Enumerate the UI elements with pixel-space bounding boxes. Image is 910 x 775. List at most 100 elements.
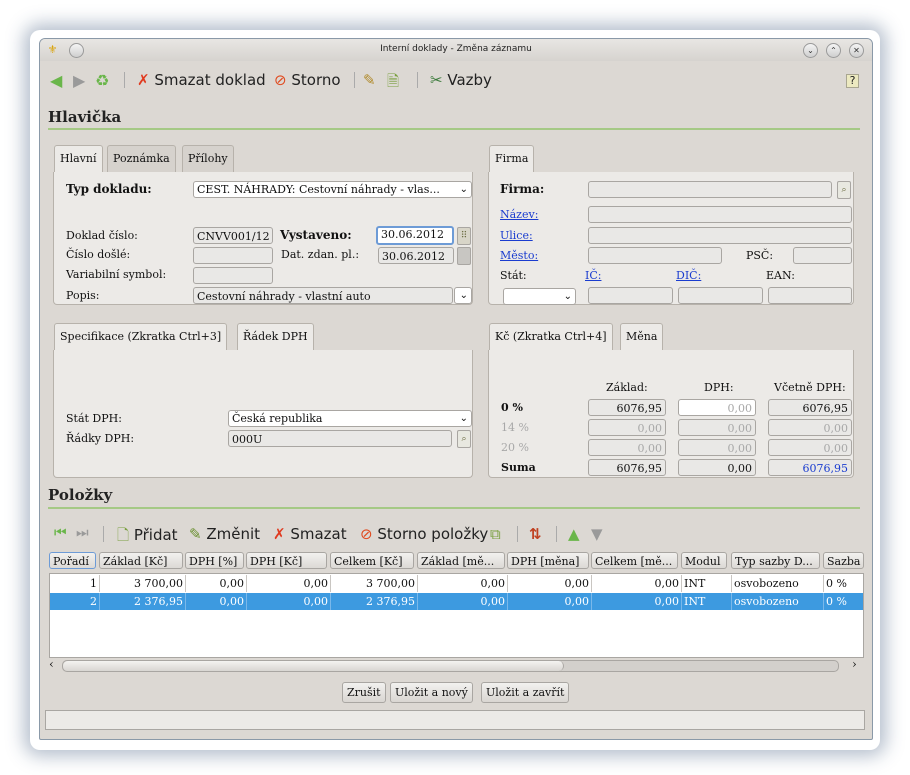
col-header-module[interactable]: Modul [681,552,727,569]
help-icon[interactable]: ? [846,74,859,88]
storno-button[interactable]: ⊘ Storno [274,71,341,91]
delete-icon: ✗ [273,525,286,543]
scroll-right-icon[interactable]: › [852,657,857,671]
minimize-icon[interactable]: ⌄ [803,43,818,58]
section-divider [48,128,860,130]
links-button[interactable]: ✂ Vazby [430,71,492,91]
col-header-vat-czk[interactable]: DPH [Kč] [246,552,327,569]
col-header-base[interactable]: Základ [Kč] [99,552,183,569]
city-field[interactable] [588,247,722,264]
copy-icon[interactable]: ⧉ [490,525,501,545]
sort-icon[interactable]: ⇅ [529,525,542,545]
street-link[interactable]: Ulice: [500,229,533,242]
forward-icon[interactable]: ▶ [73,71,85,91]
col-header-rate[interactable]: Sazba [823,552,864,569]
first-record-icon[interactable]: ⏮ [54,525,67,545]
tab-attachments[interactable]: Přílohy [182,145,234,172]
delete-item-button[interactable]: ✗ Smazat [273,525,347,545]
variable-symbol-field[interactable] [193,267,273,284]
refresh-icon[interactable]: ♻ [95,71,109,91]
toolbar-separator [417,72,418,88]
edit-item-button[interactable]: ✎ Změnit [189,525,260,545]
dic-link[interactable]: DIČ: [676,269,701,282]
scroll-track[interactable] [62,660,839,672]
export-icon[interactable]: ✎ [363,71,376,91]
firm-field[interactable] [588,181,832,198]
ean-label: EAN: [766,269,795,282]
vat-lines-field[interactable]: 000U [228,430,452,447]
incoming-number-field[interactable] [193,247,273,264]
delete-document-button[interactable]: ✗ Smazat doklad [137,71,266,91]
cancel-button[interactable]: Zrušit [342,682,386,703]
table-row-selected[interactable]: 2 2 376,95 0,00 0,00 2 376,95 0,00 0,00 … [50,593,863,610]
zip-field[interactable] [793,247,852,264]
title-bar[interactable]: ⚜ Interní doklady - Změna záznamu ⌄ ⌃ ✕ [40,39,872,61]
maximize-icon[interactable]: ⌃ [826,43,841,58]
firm-search-icon[interactable]: ⌕ [837,181,851,199]
tab-czk[interactable]: Kč (Zkratka Ctrl+4] [489,323,613,350]
col-header-vat-pct[interactable]: DPH [%] [185,552,244,569]
close-icon[interactable]: ✕ [849,43,864,58]
move-down-icon[interactable]: ▼ [591,525,603,545]
cell-vat-pct: 0,00 [186,575,247,592]
last-record-icon[interactable]: ⏭ [76,525,89,545]
move-up-icon[interactable]: ▲ [568,525,580,545]
document-type-value: CEST. NÁHRADY: Cestovní náhrady - vlas..… [197,183,440,196]
col-header-order[interactable]: Pořadí [49,552,96,569]
table-row[interactable]: 1 3 700,00 0,00 0,00 3 700,00 0,00 0,00 … [50,575,863,592]
name-link[interactable]: Název: [500,208,538,221]
description-field[interactable]: Cestovní náhrady - vlastní auto [193,287,453,304]
tab-note[interactable]: Poznámka [107,145,176,172]
ic-link[interactable]: IČ: [585,269,601,282]
dic-field[interactable] [678,287,763,304]
rate-14-label: 14 % [501,421,529,434]
tab-currency[interactable]: Měna [620,323,664,350]
storno-icon: ⊘ [360,525,373,543]
ean-field[interactable] [768,287,852,304]
ic-field[interactable] [588,287,673,304]
col-header-rate-type[interactable]: Typ sazby D... [731,552,820,569]
save-new-button[interactable]: Uložit a nový [390,682,473,703]
back-icon[interactable]: ◀ [50,71,62,91]
vat-lines-search-icon[interactable]: ⌕ [457,430,471,448]
tab-vat-line[interactable]: Řádek DPH [237,323,314,350]
cell-rate-type: osvobozeno [732,575,824,592]
add-item-button[interactable]: 🗋 Přidat [117,525,178,545]
storno-items-button[interactable]: ⊘ Storno položky [360,525,488,545]
rate-20-base: 0,00 [588,439,666,456]
document-type-select[interactable]: CEST. NÁHRADY: Cestovní náhrady - vlas..… [193,181,472,198]
col-header-vat-cur[interactable]: DPH [měna] [507,552,589,569]
horizontal-scrollbar[interactable]: ‹ › [49,657,864,673]
cell-total: 3 700,00 [331,575,418,592]
name-field[interactable] [588,206,852,223]
city-link[interactable]: Město: [500,249,538,262]
document-icon[interactable]: 🗎 [387,71,399,91]
delete-document-label: Smazat doklad [154,71,266,89]
tax-date-field[interactable]: 30.06.2012 [378,247,454,264]
section-divider [48,507,860,509]
header-section-title: Hlavička [48,108,122,126]
tab-main[interactable]: Hlavní [54,145,103,172]
items-toolbar: ⏮ ⏭ 🗋 Přidat ✎ Změnit ✗ Smazat ⊘ Storno … [40,517,872,551]
items-section-title: Položky [48,486,113,504]
tab-specification[interactable]: Specifikace (Zkratka Ctrl+3] [54,323,228,350]
tab-firm[interactable]: Firma [489,145,535,172]
col-header-total-cur[interactable]: Celkem [mě... [591,552,678,569]
cell-total: 2 376,95 [331,593,418,610]
doc-number-field[interactable]: CNVV001/12 [193,227,273,244]
scroll-thumb[interactable] [63,661,564,671]
description-dropdown[interactable]: ⌄ [454,287,472,304]
col-header-base-cur[interactable]: Základ [mě... [417,552,505,569]
vat-country-select[interactable]: Česká republika ⌄ [228,410,472,427]
variable-symbol-label: Variabilní symbol: [66,268,167,281]
calendar-icon[interactable]: ⠿ [457,227,471,245]
rate-0-vat: 0,00 [678,399,756,416]
col-header-total[interactable]: Celkem [Kč] [330,552,414,569]
save-close-button[interactable]: Uložit a zavřít [481,682,570,703]
storno-icon: ⊘ [274,71,287,89]
issued-date-field[interactable]: 30.06.2012 [376,226,454,245]
street-field[interactable] [588,227,852,244]
window-title: Interní doklady - Změna záznamu [380,44,532,54]
scroll-left-icon[interactable]: ‹ [49,657,54,671]
country-select[interactable]: ⌄ [503,288,576,305]
